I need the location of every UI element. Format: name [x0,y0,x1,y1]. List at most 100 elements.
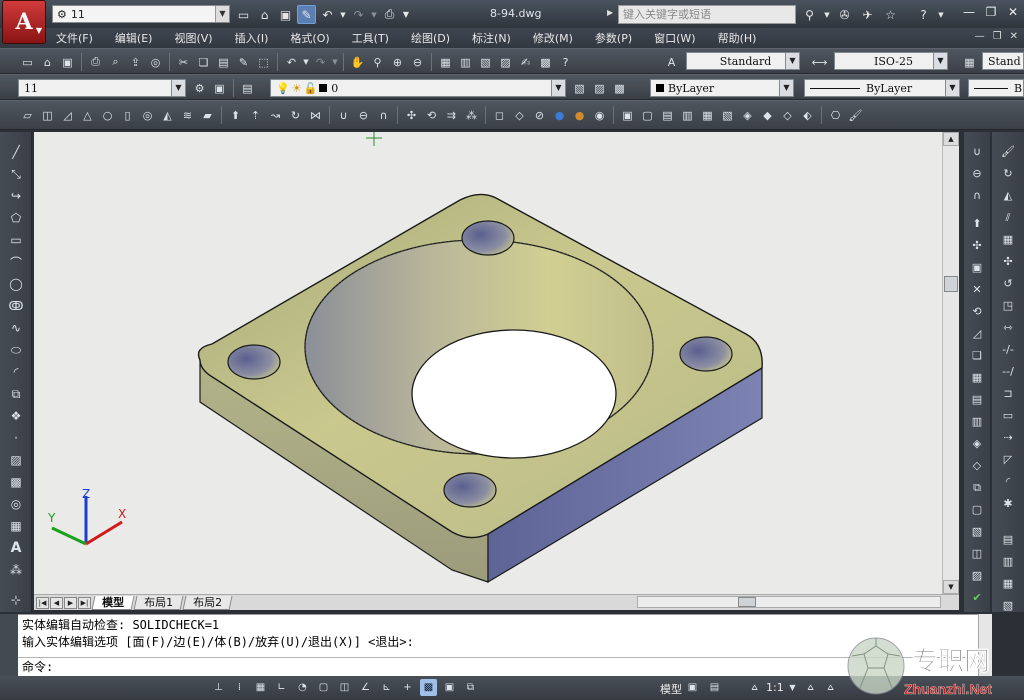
join-icon[interactable]: ⇢ [998,428,1018,447]
multiline-text-icon[interactable]: A [6,538,26,558]
menu-tools[interactable]: 工具(T) [352,30,389,46]
visual-style-realistic-icon[interactable]: ● [550,106,569,124]
slice-icon[interactable]: ◫ [967,544,987,563]
redo-dropdown-icon[interactable]: ▼ [331,53,339,71]
dynamic-ucs-icon[interactable]: ⊾ [378,679,395,696]
infer-constraints-icon[interactable]: ⊥ [210,679,227,696]
lineweight-select[interactable]: B [968,79,1024,97]
3d-array-icon[interactable]: ⁂ [462,106,481,124]
tool-palettes-icon[interactable]: ▧ [476,53,495,71]
annotation-visibility-icon[interactable]: ⩟ [802,679,819,696]
object-snap-icon[interactable]: ▢ [315,679,332,696]
move-icon[interactable]: ✣ [998,252,1018,271]
offset-icon[interactable]: ⫽ [998,208,1018,227]
save-as-icon[interactable]: ✎ [297,5,316,24]
command-line-grip[interactable] [0,614,18,676]
view-right-icon[interactable]: ▥ [678,106,697,124]
copy-edges-icon[interactable]: ▤ [967,390,987,409]
camera-icon[interactable]: ⎔ [826,106,845,124]
open-folder-icon[interactable]: ⌂ [255,5,274,24]
design-center-icon[interactable]: ▥ [456,53,475,71]
offset-faces-icon[interactable]: ▣ [967,258,987,277]
subtract-icon[interactable]: ⊖ [967,164,987,183]
binoculars-icon[interactable]: ⚲ [800,5,819,24]
text-style-select[interactable]: Standard ▼ [686,52,800,70]
search-input[interactable]: 键入关键字或短语 [618,5,796,24]
gradient-icon[interactable]: ▩ [6,472,26,492]
presspull-icon[interactable]: ⇡ [246,106,265,124]
extend-icon[interactable]: --/ [998,362,1018,381]
delete-faces-icon[interactable]: ✕ [967,280,987,299]
application-menu-button[interactable]: A ▼ [2,0,46,44]
lineweight-toggle-icon[interactable]: ▩ [420,679,437,696]
dynamic-input-icon[interactable]: + [399,679,416,696]
separate-icon[interactable]: ⧉ [967,478,987,497]
chevron-down-icon[interactable]: ▼ [937,5,945,24]
star-icon[interactable]: ☆ [881,5,900,24]
wedge-icon[interactable]: ◿ [58,106,77,124]
open-icon[interactable]: ⌂ [38,53,57,71]
trim-icon[interactable]: -/- [998,340,1018,359]
hatch-icon[interactable]: ▨ [6,450,26,470]
layer-walk-icon[interactable]: ▩ [610,79,629,97]
tab-model[interactable]: 模型 [91,595,135,610]
table-icon[interactable]: ▦ [6,516,26,536]
orbit-icon[interactable]: ↻ [998,164,1018,183]
zoom-window-icon[interactable]: ⊕ [388,53,407,71]
shell-icon[interactable]: ▢ [967,500,987,519]
extrude-faces-icon[interactable]: ⬆ [967,214,987,233]
first-tab-icon[interactable]: |◀ [36,596,49,609]
layer-delete-icon[interactable]: ▧ [998,596,1018,615]
wrench-icon[interactable]: ✇ [835,5,854,24]
3d-rotate-icon[interactable]: ⟲ [422,106,441,124]
explode-icon[interactable]: ✱ [998,494,1018,513]
linetype-select[interactable]: ByLayer ▼ [804,79,960,97]
rotate-faces-icon[interactable]: ⟲ [967,302,987,321]
ellipse-arc-icon[interactable]: ◜ [6,362,26,382]
undo-icon[interactable]: ↶ [318,5,337,24]
rectangle-icon[interactable]: ▭ [6,230,26,250]
match-properties-icon[interactable]: ✎ [234,53,253,71]
arc-icon[interactable]: ⌒ [6,252,26,272]
chevron-down-icon[interactable]: ▼ [933,53,947,69]
tab-layout1[interactable]: 布局1 [133,595,184,610]
scroll-up-arrow[interactable]: ▲ [943,132,959,146]
3d-object-snap-icon[interactable]: ◫ [336,679,353,696]
minimize-icon[interactable]: — [962,5,976,19]
check-solid-icon[interactable]: ✔ [967,588,987,607]
union-icon[interactable]: ∪ [967,142,987,161]
construction-line-icon[interactable]: ⤡ [6,164,26,184]
visual-style-conceptual-icon[interactable]: ● [570,106,589,124]
spline-icon[interactable]: ∿ [6,318,26,338]
vertical-scrollbar[interactable]: ▲ ▼ [942,132,959,594]
line-icon[interactable]: ╱ [6,142,26,162]
paste-icon[interactable]: ▤ [214,53,233,71]
transparency-icon[interactable]: ▣ [441,679,458,696]
layer-previous-icon[interactable]: ▣ [210,79,229,97]
save-icon[interactable]: ▣ [58,53,77,71]
table-style-select[interactable]: Stand [982,52,1024,70]
doc-close-icon[interactable]: ✕ [1010,31,1018,42]
check-icon[interactable]: ▧ [967,522,987,541]
calculator-icon[interactable]: ▩ [536,53,555,71]
layout-icon[interactable]: ▣ [684,679,701,696]
copy-icon[interactable]: ❏ [194,53,213,71]
annotation-scale-value[interactable]: 1:1 [766,681,784,694]
layer-copy-icon[interactable]: ▥ [998,552,1018,571]
chevron-down-icon[interactable]: ▼ [779,80,793,96]
layer-iso-icon[interactable]: ▨ [590,79,609,97]
imprint-icon[interactable]: ◈ [967,434,987,453]
break-at-point-icon[interactable]: ⊐ [998,384,1018,403]
extrude-icon[interactable]: ⬆ [226,106,245,124]
next-tab-icon[interactable]: ▶ [64,596,77,609]
rotate-icon[interactable]: ↺ [998,274,1018,293]
markup-icon[interactable]: ✍ [516,53,535,71]
polar-tracking-icon[interactable]: ◔ [294,679,311,696]
layer-state-select[interactable]: 11 ▼ [18,79,186,97]
undo-dropdown-icon[interactable]: ▼ [302,53,310,71]
block-editor-icon[interactable]: ⬚ [254,53,273,71]
view-front-icon[interactable]: ▦ [698,106,717,124]
sweep-icon[interactable]: ↝ [266,106,285,124]
visual-style-2d-icon[interactable]: ◻ [490,106,509,124]
view-ne-iso-icon[interactable]: ◇ [778,106,797,124]
